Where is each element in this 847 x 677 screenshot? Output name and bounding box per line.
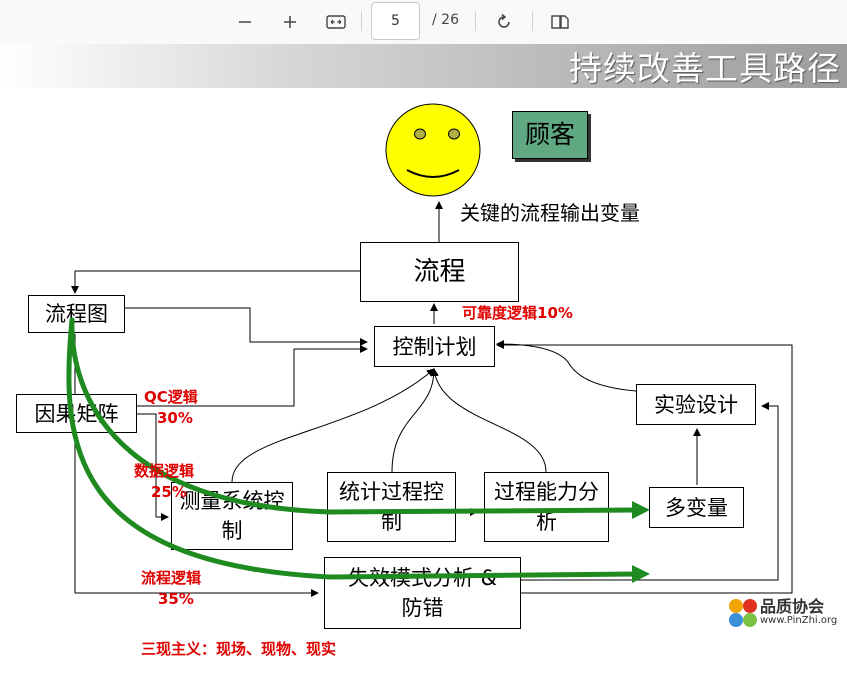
- rotate-icon[interactable]: [490, 8, 518, 36]
- pdf-toolbar: 5 / 26: [0, 0, 847, 44]
- pinzhi-logo: 品质协会 www.PinZhi.org: [726, 593, 844, 633]
- process-logic-label: 流程逻辑: [141, 569, 202, 587]
- page-number-input[interactable]: 5: [371, 2, 420, 40]
- toolbar-separator: [475, 11, 476, 31]
- two-page-icon[interactable]: [546, 8, 574, 36]
- three-real-principle-label: 三现主义：现场、现物、现实: [141, 640, 337, 658]
- qc-logic-label: QC逻辑: [144, 388, 198, 406]
- flower-logo-icon: [729, 599, 757, 627]
- page-total: / 26: [432, 12, 459, 28]
- qc-logic-percent: 30%: [157, 409, 193, 427]
- slide: 持续改善工具路径 顾客 关键的流程输出变量 流程 流程图 控制计划 因果矩阵 实…: [0, 44, 847, 677]
- fit-width-icon[interactable]: [322, 8, 350, 36]
- data-logic-percent: 25%: [151, 483, 187, 501]
- reliability-logic-label: 可靠度逻辑10%: [462, 304, 573, 322]
- data-logic-label: 数据逻辑: [134, 462, 195, 480]
- toolbar-separator: [361, 11, 362, 31]
- zoom-out-icon[interactable]: [231, 8, 259, 36]
- toolbar-separator: [532, 11, 533, 31]
- green-flow-arrows: [66, 317, 650, 584]
- process-logic-percent: 35%: [158, 590, 194, 608]
- green-arrow-lower: [66, 317, 650, 584]
- zoom-in-icon[interactable]: [276, 8, 304, 36]
- logo-name: 品质协会: [760, 597, 825, 616]
- logo-url: www.PinZhi.org: [760, 615, 838, 626]
- page-number-value: 5: [391, 13, 400, 29]
